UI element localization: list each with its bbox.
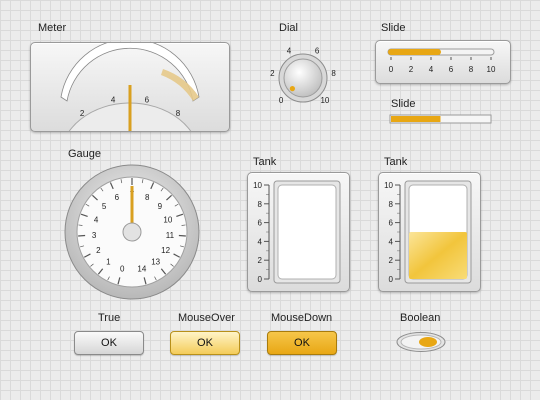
tank1-tick-label: 6: [258, 219, 263, 228]
gauge-tick-label: 11: [166, 231, 175, 240]
dial-tick-label: 0: [279, 96, 284, 105]
slide1-fill: [388, 49, 441, 55]
slide2-fill: [391, 116, 441, 122]
gauge-hub: [122, 222, 142, 242]
tank1-svg: 10 8 6 4 2 0: [253, 180, 341, 284]
gauge-tick-label: 8: [145, 193, 150, 202]
button-mousedown-caption: MouseDown: [271, 312, 333, 324]
gauge-tick-label: 13: [151, 258, 160, 267]
tank2-tick-label: 6: [389, 219, 394, 228]
gauge-tick-label: 4: [94, 215, 99, 224]
gauge-tick-label: 14: [137, 265, 146, 274]
boolean-lamp: [419, 337, 437, 347]
tank1-tick-label: 4: [258, 237, 263, 246]
gauge-label: Gauge: [68, 148, 102, 160]
tank1[interactable]: 10 8 6 4 2 0: [247, 172, 350, 292]
button-mouseover-caption: MouseOver: [178, 312, 235, 324]
ok-button-hover[interactable]: OK: [170, 331, 240, 355]
tank2-svg: 10 8 6 4 2 0: [384, 180, 472, 284]
dial-tick-label: 10: [320, 96, 329, 105]
gauge-tick-label: 9: [158, 202, 163, 211]
slide2[interactable]: [388, 112, 494, 126]
slide1-tick-label: 4: [429, 65, 434, 74]
gauge-tick-label: 12: [161, 246, 170, 255]
slide1-tick-label: 10: [487, 65, 496, 74]
gauge-tick-label: 10: [163, 215, 172, 224]
tank1-tick-label: 2: [258, 256, 263, 265]
gauge-tick: [78, 234, 86, 237]
gauge-tick-label: 3: [92, 231, 97, 240]
dial-knob[interactable]: [283, 58, 323, 98]
meter-tick-label: 4: [111, 96, 116, 105]
slide2-label: Slide: [391, 98, 416, 110]
tank2-tick-label: 2: [389, 256, 394, 265]
tank1-label: Tank: [253, 156, 277, 168]
dial[interactable]: 0 2 4 6 8 10: [262, 40, 344, 112]
slide1-svg: 0 2 4 6 8 10: [387, 48, 496, 74]
gauge-tick-label: 1: [106, 258, 111, 267]
tank2[interactable]: 10 8 6 4 2 0: [378, 172, 481, 292]
boolean-led[interactable]: [395, 331, 447, 353]
meter-tick-label: 6: [145, 96, 150, 105]
dial-tick-label: 6: [315, 46, 320, 55]
gauge-tick-label: 6: [115, 193, 120, 202]
slide1[interactable]: 0 2 4 6 8 10: [375, 40, 511, 84]
tank2-tick-label: 0: [389, 275, 394, 284]
slide1-tick-label: 8: [469, 65, 474, 74]
tank2-tick-label: 4: [389, 237, 394, 246]
tank2-ticks: 10 8 6 4 2 0: [384, 181, 401, 284]
gauge-tick-label: 2: [96, 246, 101, 255]
tank1-tick-label: 10: [253, 181, 262, 190]
meter[interactable]: 0246810: [30, 42, 230, 132]
tank2-tick-label: 10: [384, 181, 393, 190]
dial-tick-label: 2: [270, 69, 275, 78]
ok-button-down[interactable]: OK: [267, 331, 337, 355]
tank2-fill: [409, 232, 467, 279]
dial-label: Dial: [279, 22, 298, 34]
dial-indicator: [289, 86, 295, 92]
gauge[interactable]: 01234567891011121314: [62, 162, 202, 302]
gauge-tick-label: 5: [102, 202, 107, 211]
slide1-tick-label: 2: [409, 65, 414, 74]
tank2-tick-label: 8: [389, 200, 394, 209]
ok-button-normal[interactable]: OK: [74, 331, 144, 355]
tank2-label: Tank: [384, 156, 408, 168]
tank1-ticks: 10 8 6 4 2 0: [253, 181, 270, 284]
dial-tick-label: 8: [331, 69, 336, 78]
meter-svg: 0246810: [60, 43, 200, 131]
gauge-tick: [178, 234, 186, 237]
tank1-tick-label: 8: [258, 200, 263, 209]
slide1-ticks: 0 2 4 6 8 10: [389, 57, 496, 74]
slide1-tick-label: 6: [449, 65, 454, 74]
slide1-tick-label: 0: [389, 65, 394, 74]
dial-tick-label: 4: [287, 46, 292, 55]
boolean-label: Boolean: [400, 312, 441, 324]
tank1-tick-label: 0: [258, 275, 263, 284]
tank1-vessel: [277, 184, 337, 280]
gauge-tick-label: 0: [120, 265, 125, 274]
meter-label: Meter: [38, 22, 67, 34]
button-true-caption: True: [98, 312, 121, 324]
slide1-label: Slide: [381, 22, 406, 34]
